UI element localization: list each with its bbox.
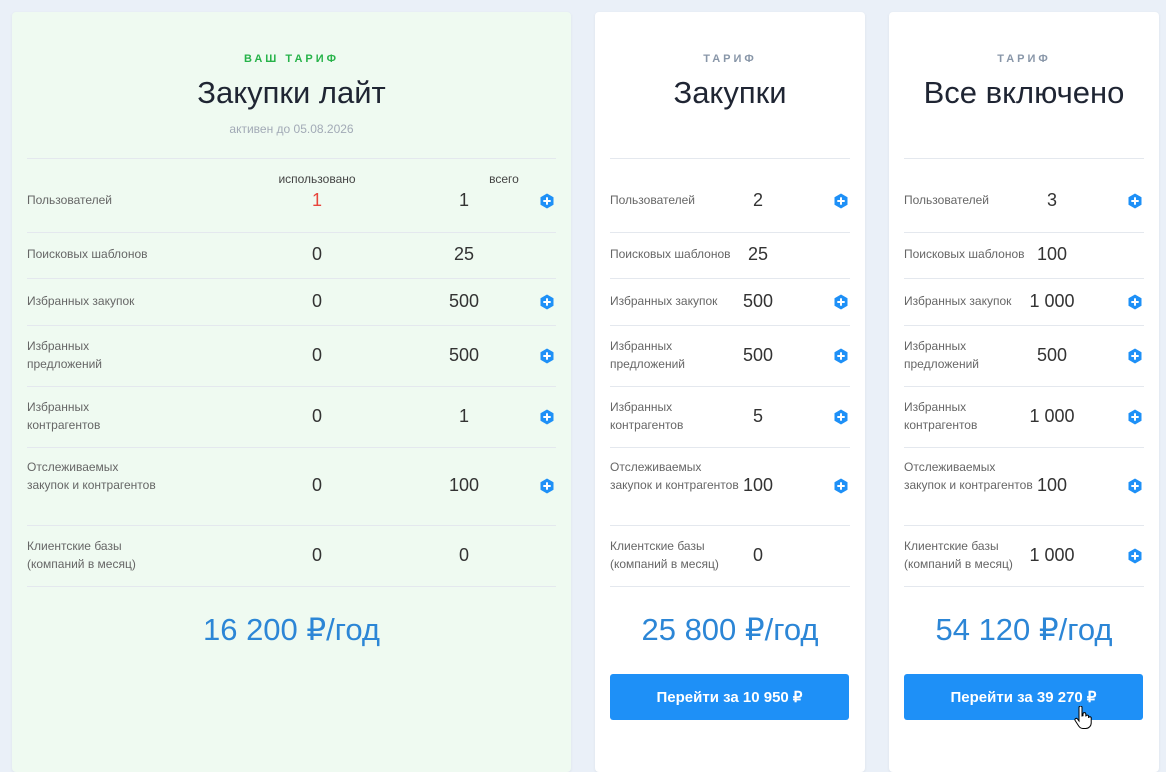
plus-icon[interactable] <box>539 348 555 364</box>
column-header-total: всего <box>489 172 519 186</box>
row-label: Поисковых шаблонов <box>27 247 148 261</box>
total-value: 1 000 <box>1029 290 1075 311</box>
plan-label: ВАШ ТАРИФ <box>243 53 340 65</box>
row-divider <box>27 447 556 448</box>
row-label: Пользователей <box>27 193 112 207</box>
row-label: Избранных закупок <box>27 293 135 308</box>
plus-icon[interactable] <box>539 478 555 494</box>
row-divider <box>904 447 1144 448</box>
row-divider <box>27 586 556 587</box>
total-value: 500 <box>448 290 480 311</box>
plus-icon[interactable] <box>539 294 555 310</box>
row-divider <box>27 525 556 526</box>
total-value: 1 <box>458 405 469 426</box>
row-divider <box>904 325 1144 326</box>
row-divider <box>27 232 556 233</box>
plus-icon[interactable] <box>1127 409 1143 425</box>
used-value: 0 <box>311 244 322 264</box>
row-divider <box>610 447 850 448</box>
row-divider <box>904 525 1144 526</box>
row-divider <box>904 586 1144 587</box>
row-divider <box>27 325 556 326</box>
row-divider <box>610 325 850 326</box>
divider <box>27 158 556 159</box>
total-value: 100 <box>742 475 774 495</box>
plan-title: Закупки лайт <box>197 75 386 110</box>
plus-icon[interactable] <box>1127 193 1143 209</box>
total-value: 100 <box>448 475 480 495</box>
used-value: 0 <box>311 290 322 311</box>
plan-price: 54 120 ₽/год <box>935 612 1113 647</box>
plan-price: 16 200 ₽/год <box>202 612 381 647</box>
plan-title: Закупки <box>673 75 787 110</box>
used-value: 0 <box>311 475 322 495</box>
total-value: 5 <box>752 405 763 426</box>
column-header-used: использовано <box>278 172 356 186</box>
row-label: Избранных предложений <box>27 338 102 371</box>
row-divider <box>610 386 850 387</box>
plus-icon[interactable] <box>833 294 849 310</box>
plan-title: Все включено <box>923 75 1125 110</box>
plus-icon[interactable] <box>539 193 555 209</box>
row-divider <box>27 278 556 279</box>
total-value: 500 <box>742 344 774 365</box>
total-value: 100 <box>1036 475 1068 495</box>
row-divider <box>610 278 850 279</box>
total-value: 0 <box>458 544 469 565</box>
used-value: 0 <box>311 544 322 565</box>
total-value: 100 <box>1036 244 1068 264</box>
plan-label: ТАРИФ <box>997 53 1051 65</box>
plus-icon[interactable] <box>1127 348 1143 364</box>
total-value: 500 <box>1036 344 1068 365</box>
row-divider <box>904 232 1144 233</box>
total-value: 0 <box>752 544 763 565</box>
plan-price: 25 800 ₽/год <box>641 612 819 647</box>
plan-card-all-inclusive: ТАРИФ Все включено Пользователей 3 Поисков… <box>889 12 1159 772</box>
plan-card-current: ВАШ ТАРИФ Закупки лайт активен до 05.08.… <box>12 12 571 772</box>
row-divider <box>27 386 556 387</box>
row-label: Отслеживаемых закупок и контрагентов <box>27 460 156 492</box>
plan-expiry: активен до 05.08.2026 <box>229 122 354 136</box>
total-value: 1 000 <box>1029 405 1075 426</box>
row-divider <box>904 278 1144 279</box>
divider <box>904 158 1144 159</box>
total-value: 1 000 <box>1029 544 1075 565</box>
plus-icon[interactable] <box>833 348 849 364</box>
plus-icon[interactable] <box>1127 294 1143 310</box>
row-label: Избранных контрагентов <box>27 399 101 432</box>
total-value: 500 <box>742 290 774 311</box>
divider <box>610 158 850 159</box>
total-value: 3 <box>1046 190 1057 210</box>
used-value: 0 <box>311 344 322 365</box>
total-value: 500 <box>448 344 480 365</box>
total-value: 1 <box>458 190 469 210</box>
used-value: 1 <box>311 190 322 210</box>
plus-icon[interactable] <box>1127 548 1143 564</box>
plan-label: ТАРИФ <box>703 53 757 65</box>
total-value: 2 <box>752 190 763 210</box>
plus-icon[interactable] <box>833 478 849 494</box>
plus-icon[interactable] <box>539 409 555 425</box>
plus-icon[interactable] <box>833 193 849 209</box>
plus-icon[interactable] <box>833 409 849 425</box>
upgrade-button[interactable]: Перейти за 39 270 ₽ <box>904 674 1143 720</box>
row-divider <box>610 525 850 526</box>
plus-icon[interactable] <box>1127 478 1143 494</box>
row-divider <box>904 386 1144 387</box>
row-divider <box>610 232 850 233</box>
row-label: Клиентские базы (компаний в месяц) <box>27 538 136 571</box>
plan-card-zakupki: ТАРИФ Закупки Пользователей 2 Поисковых ша… <box>595 12 865 772</box>
total-value: 25 <box>453 244 475 264</box>
upgrade-button[interactable]: Перейти за 10 950 ₽ <box>610 674 849 720</box>
hand-cursor-icon <box>1074 705 1092 730</box>
used-value: 0 <box>311 405 322 426</box>
row-divider <box>610 586 850 587</box>
total-value: 25 <box>747 244 769 264</box>
